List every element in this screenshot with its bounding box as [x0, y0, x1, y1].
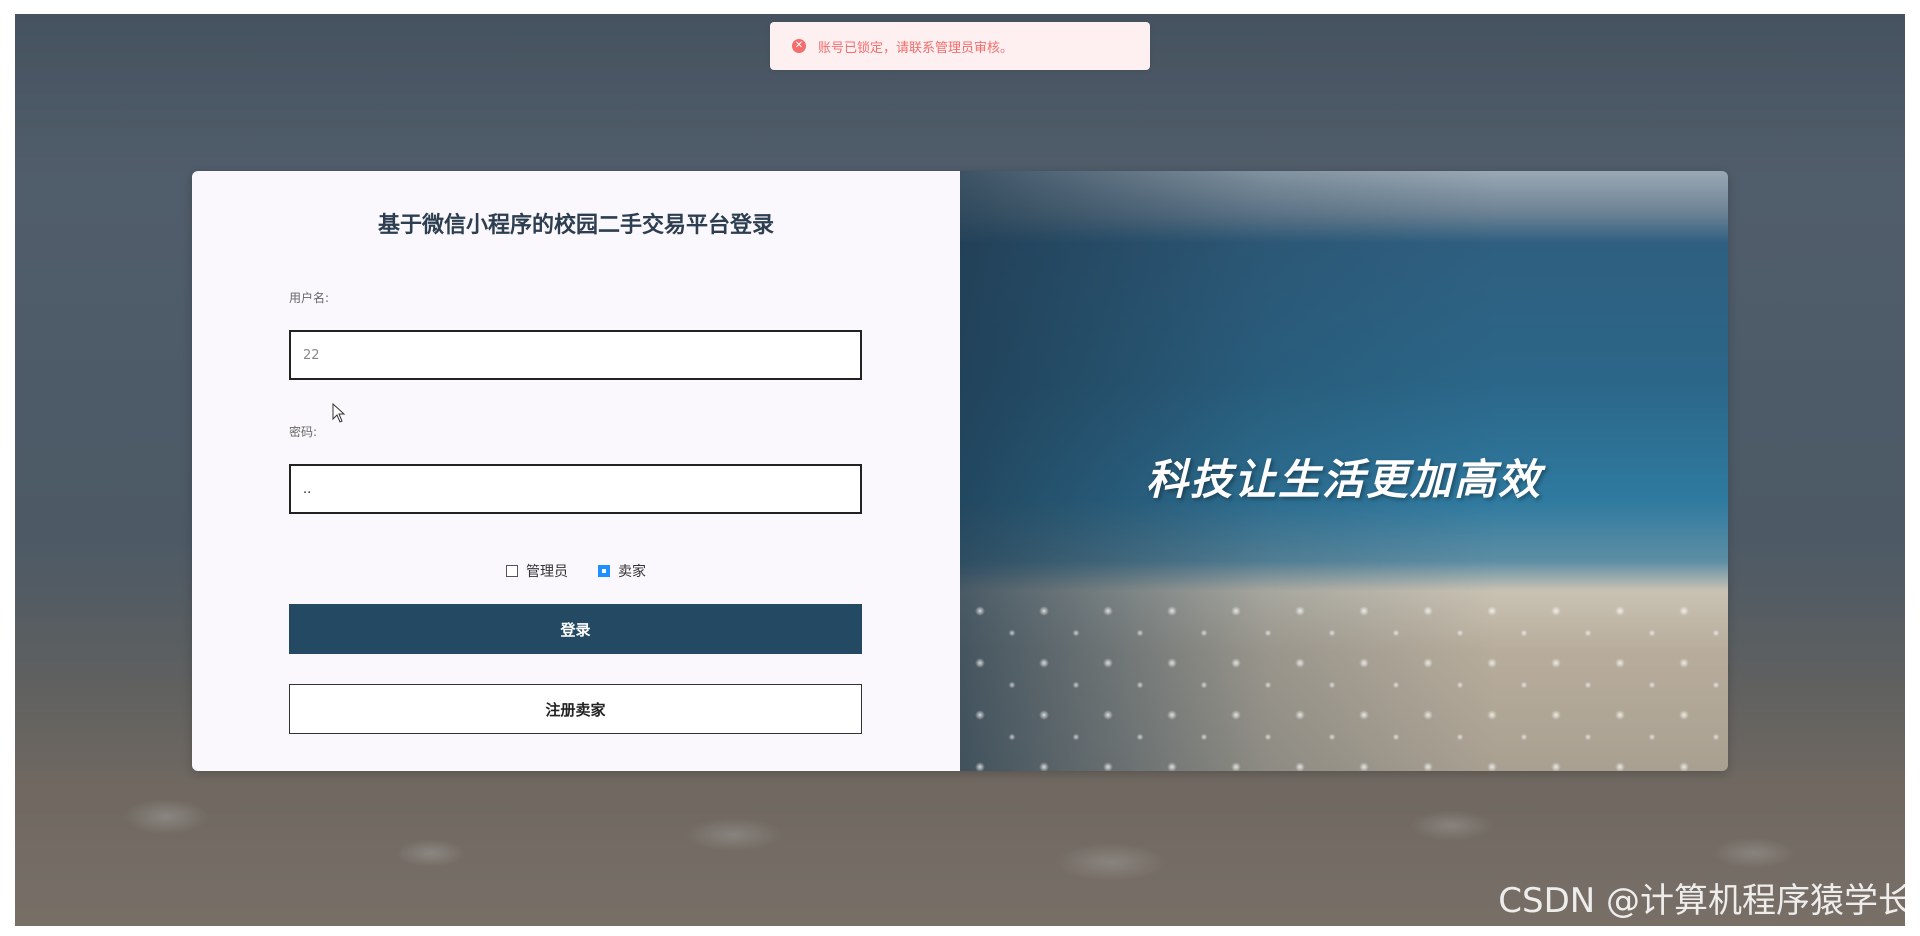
checkbox-seller[interactable] — [598, 565, 610, 577]
mouse-cursor-icon — [332, 403, 346, 423]
password-input[interactable] — [289, 464, 862, 514]
login-form-panel: 基于微信小程序的校园二手交易平台登录 用户名: 密码: 管理员 卖家 登录 注册… — [192, 171, 960, 771]
role-option-admin[interactable]: 管理员 — [506, 561, 568, 581]
role-option-seller[interactable]: 卖家 — [598, 561, 646, 581]
login-button[interactable]: 登录 — [289, 604, 862, 654]
password-label: 密码: — [289, 425, 318, 439]
error-icon: ✕ — [792, 39, 806, 53]
checkbox-admin[interactable] — [506, 565, 518, 577]
role-label-seller: 卖家 — [618, 564, 646, 580]
beach-umbrellas-decoration — [960, 591, 1728, 771]
role-selector: 管理员 卖家 — [192, 561, 960, 581]
page-title: 基于微信小程序的校园二手交易平台登录 — [377, 213, 774, 238]
banner-slogan: 科技让生活更加高效 — [1145, 455, 1542, 504]
username-label: 用户名: — [289, 291, 330, 305]
register-seller-button[interactable]: 注册卖家 — [289, 684, 862, 734]
toast-message: 账号已锁定，请联系管理员审核。 — [818, 40, 1014, 56]
login-card: 基于微信小程序的校园二手交易平台登录 用户名: 密码: 管理员 卖家 登录 注册… — [192, 171, 1728, 771]
banner-image: 科技让生活更加高效 — [960, 171, 1728, 771]
watermark: CSDN @计算机程序猿学长 — [1498, 881, 1912, 921]
error-toast: ✕ 账号已锁定，请联系管理员审核。 — [770, 22, 1150, 70]
username-input[interactable] — [289, 330, 862, 380]
role-label-admin: 管理员 — [526, 564, 568, 580]
